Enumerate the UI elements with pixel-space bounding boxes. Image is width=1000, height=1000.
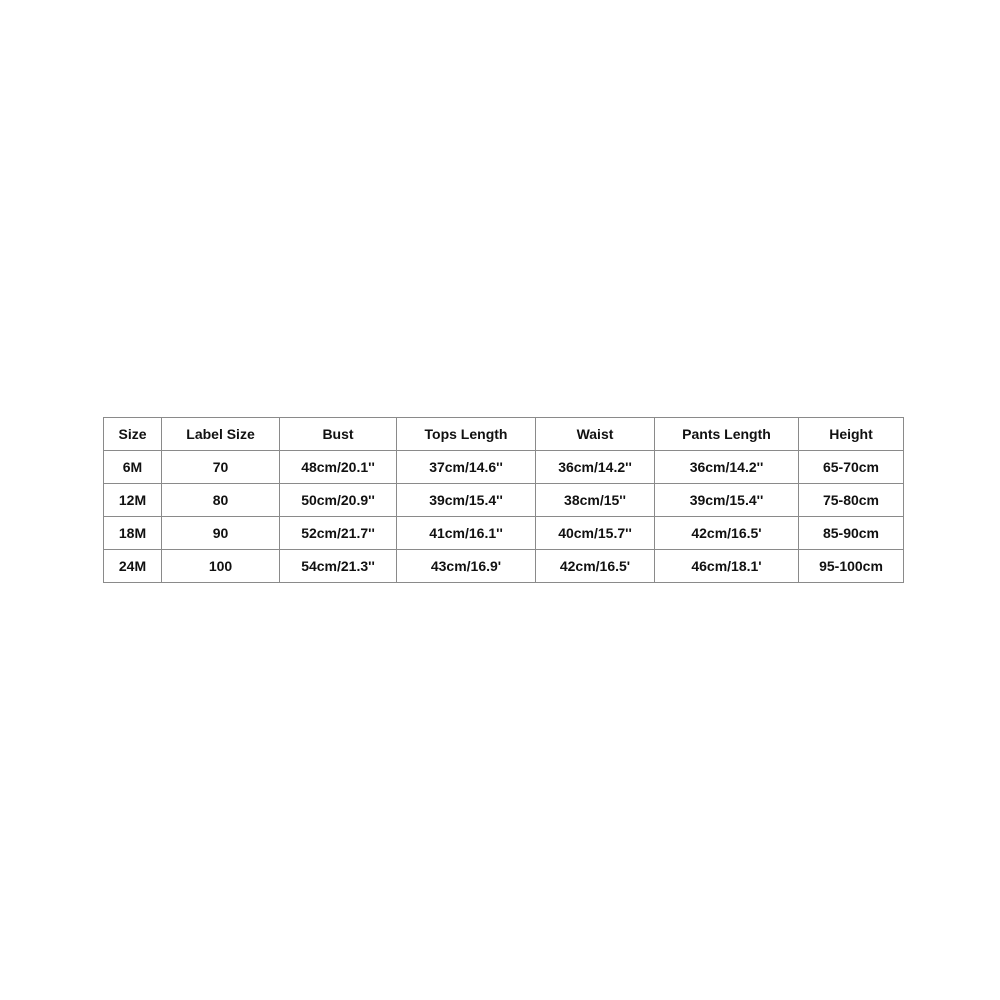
cell-bust: 54cm/21.3'' xyxy=(279,549,397,583)
header-height: Height xyxy=(798,417,904,451)
header-size: Size xyxy=(103,417,162,451)
cell-height: 65-70cm xyxy=(798,450,904,484)
cell-bust: 48cm/20.1'' xyxy=(279,450,397,484)
cell-pants-length: 36cm/14.2'' xyxy=(654,450,799,484)
cell-size: 24M xyxy=(103,549,162,583)
cell-bust: 52cm/21.7'' xyxy=(279,516,397,550)
table-row: 12M 80 50cm/20.9'' 39cm/15.4'' 38cm/15''… xyxy=(103,483,904,517)
cell-size: 6M xyxy=(103,450,162,484)
header-bust: Bust xyxy=(279,417,397,451)
cell-tops-length: 37cm/14.6'' xyxy=(396,450,536,484)
table-row: 6M 70 48cm/20.1'' 37cm/14.6'' 36cm/14.2'… xyxy=(103,450,904,484)
cell-pants-length: 42cm/16.5' xyxy=(654,516,799,550)
cell-label-size: 70 xyxy=(161,450,280,484)
header-label-size: Label Size xyxy=(161,417,280,451)
cell-bust: 50cm/20.9'' xyxy=(279,483,397,517)
cell-label-size: 90 xyxy=(161,516,280,550)
cell-tops-length: 43cm/16.9' xyxy=(396,549,536,583)
cell-label-size: 80 xyxy=(161,483,280,517)
cell-waist: 36cm/14.2'' xyxy=(535,450,655,484)
cell-waist: 38cm/15'' xyxy=(535,483,655,517)
cell-tops-length: 41cm/16.1'' xyxy=(396,516,536,550)
cell-pants-length: 39cm/15.4'' xyxy=(654,483,799,517)
size-chart-table: Size Label Size Bust Tops Length Waist P… xyxy=(103,417,904,583)
cell-tops-length: 39cm/15.4'' xyxy=(396,483,536,517)
cell-height: 85-90cm xyxy=(798,516,904,550)
header-waist: Waist xyxy=(535,417,655,451)
header-tops-length: Tops Length xyxy=(396,417,536,451)
cell-label-size: 100 xyxy=(161,549,280,583)
cell-height: 75-80cm xyxy=(798,483,904,517)
cell-size: 12M xyxy=(103,483,162,517)
cell-pants-length: 46cm/18.1' xyxy=(654,549,799,583)
header-row: Size Label Size Bust Tops Length Waist P… xyxy=(103,417,904,451)
cell-waist: 42cm/16.5' xyxy=(535,549,655,583)
table-row: 24M 100 54cm/21.3'' 43cm/16.9' 42cm/16.5… xyxy=(103,549,904,583)
cell-waist: 40cm/15.7'' xyxy=(535,516,655,550)
table-row: 18M 90 52cm/21.7'' 41cm/16.1'' 40cm/15.7… xyxy=(103,516,904,550)
header-pants-length: Pants Length xyxy=(654,417,799,451)
cell-height: 95-100cm xyxy=(798,549,904,583)
cell-size: 18M xyxy=(103,516,162,550)
